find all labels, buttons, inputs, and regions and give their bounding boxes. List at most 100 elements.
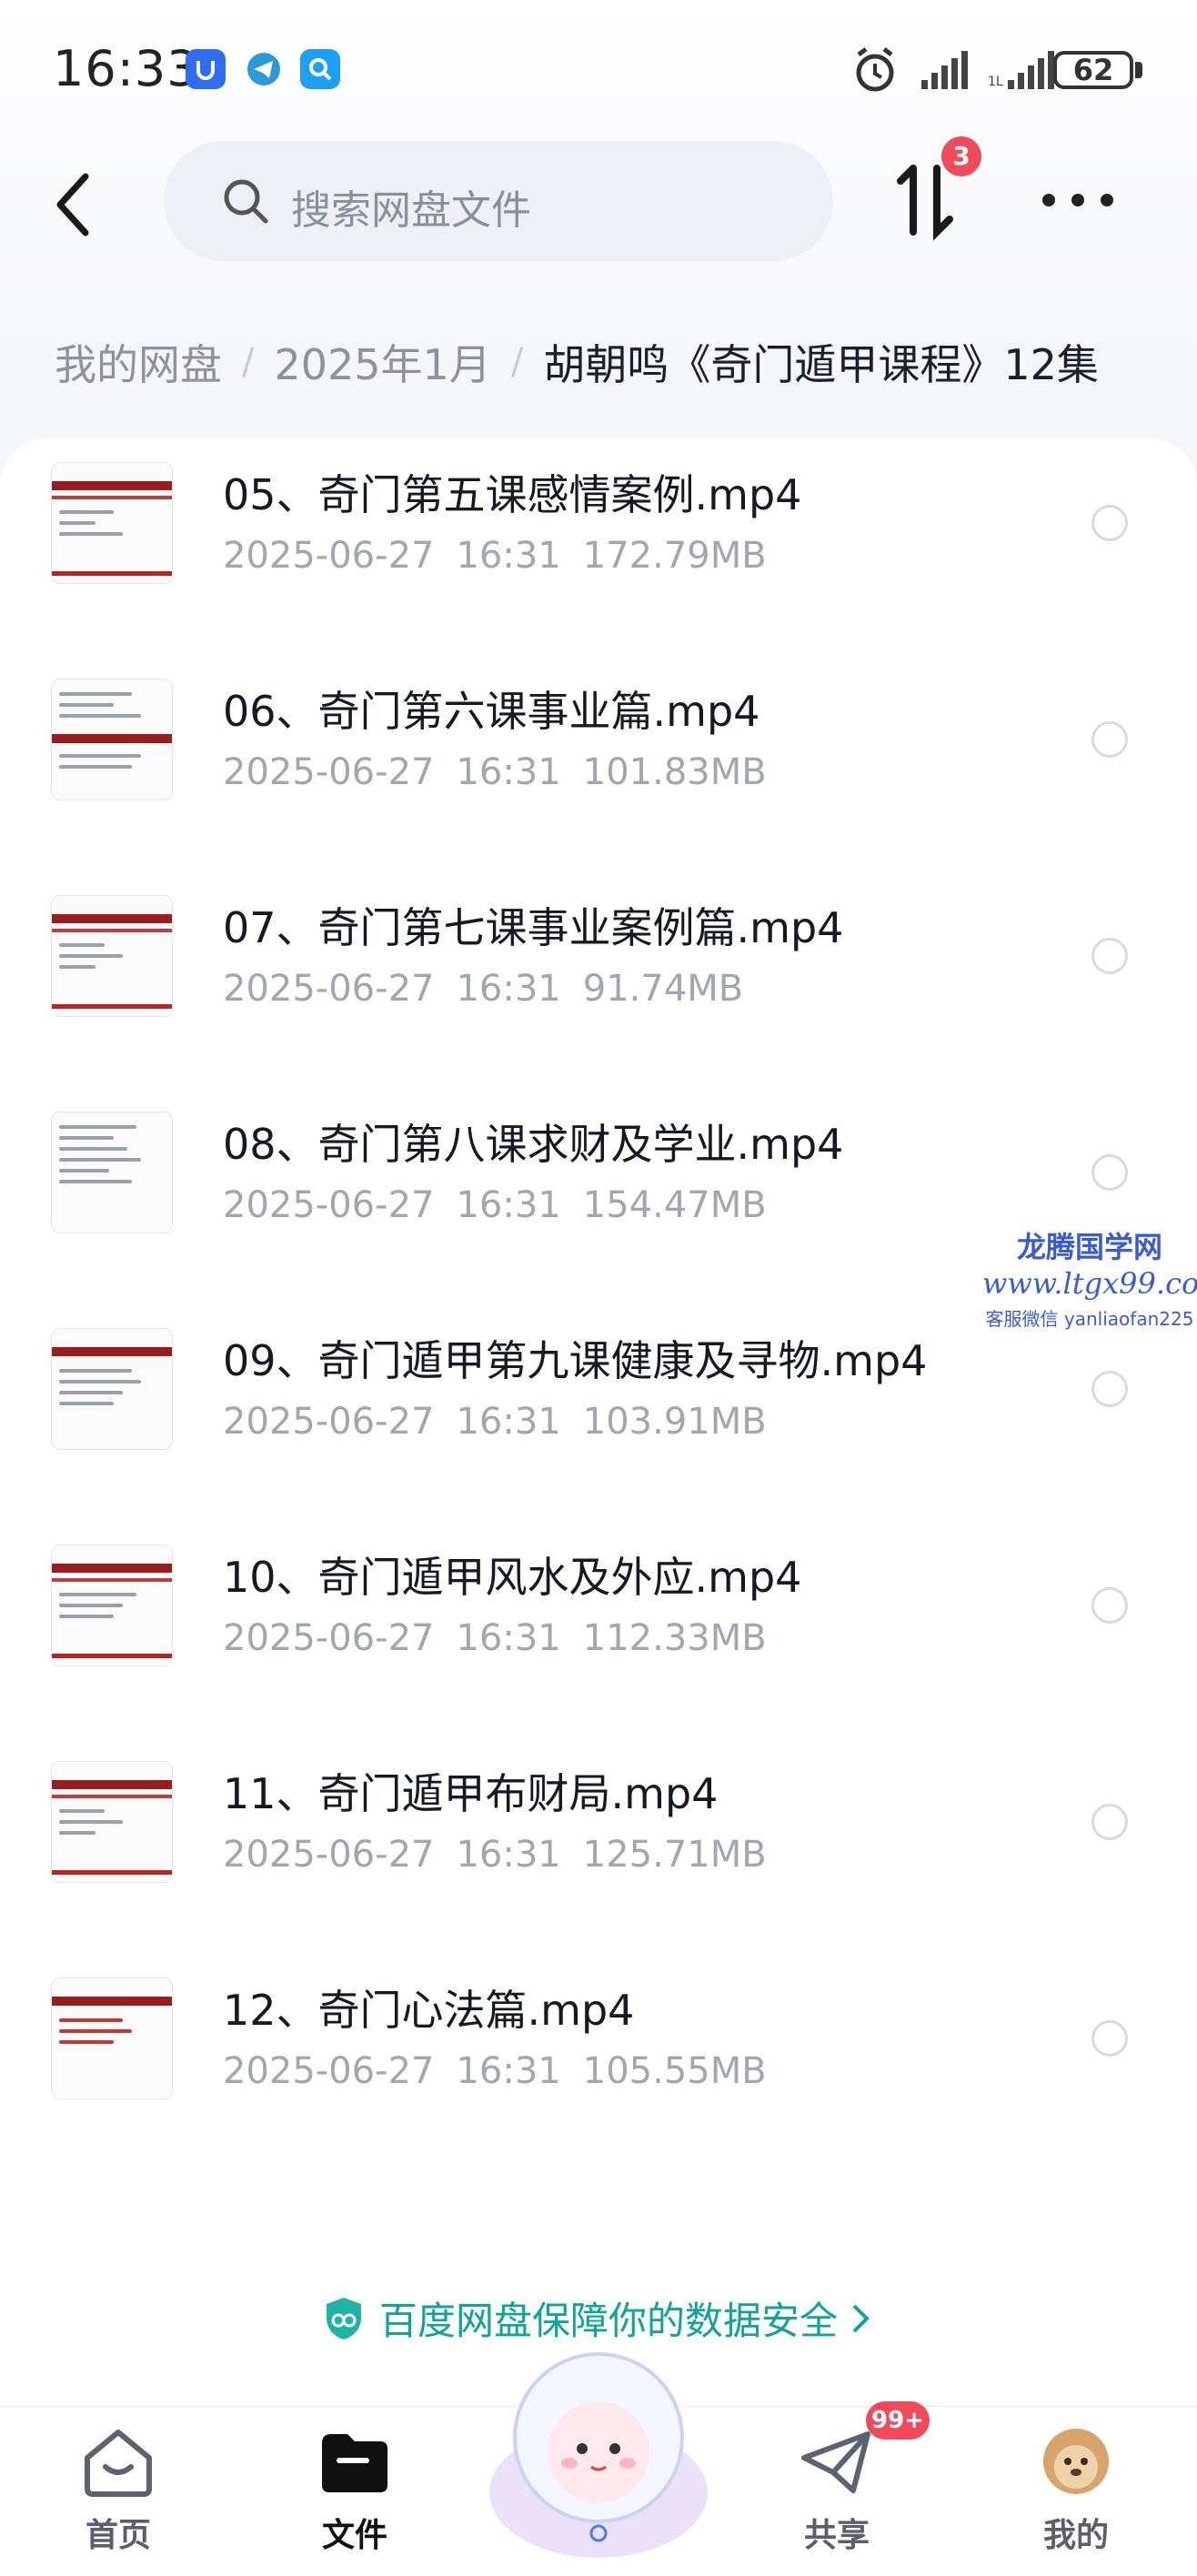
file-meta: 2025-06-27 16:31 112.33MB	[223, 1617, 789, 1659]
paper-plane-icon	[801, 2431, 870, 2493]
chevron-right-icon	[852, 2304, 870, 2332]
file-time: 16:31	[456, 1401, 561, 1443]
nav-mine-label: 我的	[1042, 2517, 1109, 2554]
file-row[interactable]: 09、奇门遁甲第九课健康及寻物.mp4 2025-06-27 16:31 103.9…	[0, 1304, 1197, 1521]
file-name: 09、奇门遁甲第九课健康及寻物.mp4	[223, 1336, 928, 1385]
breadcrumb-separator: /	[510, 341, 524, 383]
shield-icon	[326, 2297, 361, 2340]
file-name: 08、奇门第八课求财及学业.mp4	[223, 1120, 844, 1169]
file-row[interactable]: 07、奇门第七课事业案例篇.mp4 2025-06-27 16:31 91.74MB	[0, 871, 1197, 1088]
file-name: 06、奇门第六课事业篇.mp4	[223, 687, 760, 736]
more-dot	[1101, 194, 1113, 206]
file-meta: 2025-06-27 16:31 105.55MB	[223, 2050, 789, 2092]
file-meta: 2025-06-27 16:31 172.79MB	[223, 535, 789, 577]
status-time: 16:33	[53, 40, 199, 97]
battery-icon: 62	[1053, 51, 1133, 89]
nav-home[interactable]: 首页	[50, 2425, 186, 2556]
select-checkbox[interactable]	[1091, 1804, 1128, 1840]
file-name: 07、奇门第七课事业案例篇.mp4	[223, 903, 844, 952]
video-thumbnail	[51, 679, 173, 800]
chevron-left-icon	[56, 173, 89, 236]
status-right: 1L 62	[815, 44, 1197, 95]
search-placeholder: 搜索网盘文件	[291, 187, 531, 234]
select-checkbox[interactable]	[1091, 938, 1128, 974]
breadcrumb-current: 胡朝鸣《奇门遁甲课程》12集	[543, 340, 1099, 389]
file-time: 16:31	[456, 1834, 561, 1876]
transfer-badge: 3	[941, 136, 981, 176]
search-app-icon	[300, 49, 340, 89]
more-dot	[1071, 194, 1084, 206]
nav-mine[interactable]: 我的	[1008, 2425, 1144, 2556]
video-thumbnail	[51, 1112, 173, 1233]
more-dot	[1042, 194, 1055, 206]
telegram-icon	[244, 49, 284, 89]
video-thumbnail	[51, 1977, 173, 2099]
breadcrumb: 我的网盘 / 2025年1月 / 胡朝鸣《奇门遁甲课程》12集	[55, 332, 1099, 392]
file-time: 16:31	[456, 535, 561, 577]
file-date: 2025-06-27	[223, 1617, 435, 1659]
watermark: 龙腾国学网 www.ltgx99.com 客服微信 yanliaofan225	[982, 1224, 1197, 1331]
more-options-button[interactable]	[1037, 177, 1119, 223]
file-date: 2025-06-27	[223, 968, 435, 1010]
file-name: 12、奇门心法篇.mp4	[223, 1986, 635, 2035]
select-checkbox[interactable]	[1091, 1371, 1128, 1407]
file-time: 16:31	[456, 1184, 561, 1226]
nav-files[interactable]: 文件	[287, 2425, 423, 2556]
select-checkbox[interactable]	[1091, 721, 1128, 758]
file-date: 2025-06-27	[223, 1184, 435, 1226]
breadcrumb-item-folder[interactable]: 2025年1月	[274, 332, 490, 392]
watermark-contact: 客服微信 yanliaofan225	[985, 1308, 1194, 1330]
file-date: 2025-06-27	[223, 1401, 435, 1443]
app-u-icon	[186, 49, 226, 89]
file-meta: 2025-06-27 16:31 101.83MB	[223, 751, 789, 793]
signal-2-icon: 1L	[988, 51, 1054, 89]
video-thumbnail	[51, 895, 173, 1017]
video-thumbnail	[51, 1761, 173, 1883]
file-size: 112.33MB	[582, 1617, 767, 1659]
file-date: 2025-06-27	[223, 1834, 435, 1876]
file-time: 16:31	[456, 751, 561, 793]
home-icon	[85, 2430, 152, 2497]
select-checkbox[interactable]	[1091, 1154, 1128, 1191]
file-size: 101.83MB	[582, 751, 767, 793]
alarm-icon	[856, 47, 894, 92]
select-checkbox[interactable]	[1091, 2020, 1128, 2057]
file-row[interactable]: 11、奇门遁甲布财局.mp4 2025-06-27 16:31 125.71MB	[0, 1737, 1197, 1954]
file-size: 172.79MB	[582, 535, 767, 577]
watermark-title: 龙腾国学网	[1016, 1230, 1162, 1264]
file-size: 125.71MB	[582, 1834, 767, 1876]
avatar	[1043, 2429, 1109, 2494]
file-size: 154.47MB	[582, 1184, 767, 1226]
file-list: 05、奇门第五课感情案例.mp4 2025-06-27 16:31 172.79MB…	[0, 438, 1197, 2421]
video-thumbnail	[51, 462, 173, 584]
nav-files-label: 文件	[321, 2517, 387, 2554]
breadcrumb-separator: /	[242, 341, 255, 383]
file-row[interactable]: 06、奇门第六课事业篇.mp4 2025-06-27 16:31 101.83MB	[0, 655, 1197, 871]
file-date: 2025-06-27	[223, 2050, 435, 2092]
share-badge: 99+	[866, 2401, 930, 2440]
back-button[interactable]	[36, 164, 109, 246]
file-name: 10、奇门遁甲风水及外应.mp4	[223, 1553, 802, 1602]
mascot-button[interactable]	[482, 2338, 715, 2565]
file-meta: 2025-06-27 16:31 125.71MB	[223, 1834, 789, 1876]
file-name: 11、奇门遁甲布财局.mp4	[223, 1769, 719, 1818]
file-row[interactable]: 12、奇门心法篇.mp4 2025-06-27 16:31 105.55MB	[0, 1954, 1197, 2170]
file-row[interactable]: 10、奇门遁甲风水及外应.mp4 2025-06-27 16:31 112.33MB	[0, 1521, 1197, 1737]
nav-share[interactable]: 共享	[769, 2425, 905, 2556]
file-time: 16:31	[456, 1617, 561, 1659]
watermark-url: www.ltgx99.com	[982, 1266, 1197, 1301]
breadcrumb-item-root[interactable]: 我的网盘	[55, 332, 222, 392]
file-row[interactable]: 05、奇门第五课感情案例.mp4 2025-06-27 16:31 172.79MB	[0, 438, 1197, 655]
select-checkbox[interactable]	[1091, 1587, 1128, 1624]
select-checkbox[interactable]	[1091, 505, 1128, 541]
nav-home-label: 首页	[85, 2517, 151, 2554]
nav-share-label: 共享	[803, 2517, 870, 2554]
file-meta: 2025-06-27 16:31 103.91MB	[223, 1401, 789, 1443]
mascot-icon	[489, 2352, 708, 2558]
file-time: 16:31	[456, 2050, 561, 2092]
video-thumbnail	[51, 1545, 173, 1666]
search-input[interactable]: 搜索网盘文件	[164, 141, 833, 261]
file-date: 2025-06-27	[223, 535, 435, 577]
file-size: 103.91MB	[582, 1401, 767, 1443]
signal-icon	[921, 51, 968, 89]
